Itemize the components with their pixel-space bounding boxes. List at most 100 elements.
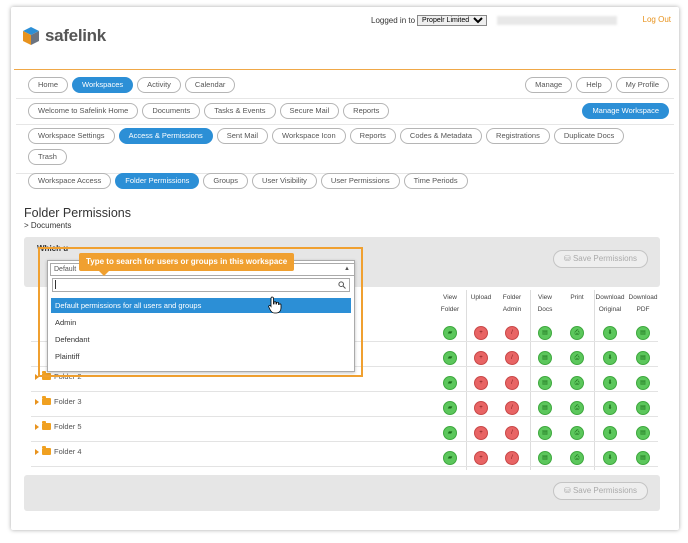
permission-toggle-icon[interactable]: ▤ [636,376,650,390]
permission-toggle-icon[interactable]: ▤ [636,426,650,440]
dropdown-option-defendant[interactable]: Defendant [51,332,351,347]
dropdown-option-default-permissions-for-all-users-and-groups[interactable]: Default permissions for all users and gr… [51,298,351,313]
permission-toggle-icon[interactable]: ⬇ [603,376,617,390]
permission-toggle-icon[interactable]: + [474,451,488,465]
permission-toggle-icon[interactable]: ▤ [538,351,552,365]
dropdown-option-admin[interactable]: Admin [51,315,351,330]
permission-toggle-icon[interactable]: ▤ [538,326,552,340]
access-tabs: Workspace Access Folder Permissions Groups… [28,173,468,189]
permission-toggle-icon[interactable]: ▰ [443,351,457,365]
org-select[interactable]: Propelr Limited [417,15,488,26]
permission-toggle-icon[interactable]: ▤ [538,426,552,440]
save-permissions-button-top[interactable]: ⛁ Save Permissions [553,250,648,268]
permission-toggle-icon[interactable]: + [474,401,488,415]
column-header-line: Download [595,294,625,301]
tab-workspace-icon[interactable]: Workspace Icon [272,128,346,144]
nav-activity[interactable]: Activity [137,77,181,93]
tab-reports[interactable]: Reports [349,128,396,144]
tab-sent-mail[interactable]: Sent Mail [216,128,269,144]
workspace-nav-tasks-and-events[interactable]: Tasks & Events [204,103,276,119]
permission-toggle-icon[interactable]: ▤ [538,401,552,415]
permission-toggle-icon[interactable]: ▤ [538,451,552,465]
header-divider [14,69,676,70]
column-header-line: PDF [636,306,650,313]
folder-name: Folder 4 [54,447,82,456]
tab-workspace-access[interactable]: Workspace Access [28,173,112,189]
permission-toggle-icon[interactable]: ⎙ [570,401,584,415]
expand-arrow-icon[interactable] [35,448,39,455]
permission-toggle-icon[interactable]: ⎙ [570,426,584,440]
permission-toggle-icon[interactable]: ▰ [443,401,457,415]
permission-toggle-icon[interactable]: ⬇ [603,451,617,465]
manage-tabs: Workspace Settings Access & Permissions Se… [28,128,648,165]
permission-toggle-icon[interactable]: ▰ [443,326,457,340]
permission-toggle-icon[interactable]: / [505,451,519,465]
tab-groups[interactable]: Groups [203,173,249,189]
permission-toggle-icon[interactable]: / [505,376,519,390]
permission-toggle-icon[interactable]: / [505,351,519,365]
expand-arrow-icon[interactable] [35,423,39,430]
permission-toggle-icon[interactable]: ▤ [538,376,552,390]
permission-toggle-icon[interactable]: / [505,401,519,415]
dropdown-option-plaintiff[interactable]: Plaintiff [51,349,351,364]
folder-item[interactable]: Folder 4 [35,446,82,456]
workspace-nav-welcome-to-safelink-home[interactable]: Welcome to Safelink Home [28,103,139,119]
tab-registrations[interactable]: Registrations [486,128,550,144]
permission-toggle-icon[interactable]: ⬇ [603,351,617,365]
workspace-nav-secure-mail[interactable]: Secure Mail [279,103,340,119]
nav-calendar[interactable]: Calendar [184,77,236,93]
permission-toggle-icon[interactable]: ▰ [443,426,457,440]
nav-home[interactable]: Home [28,77,69,93]
permission-toggle-icon[interactable]: / [505,326,519,340]
user-group-dropdown[interactable]: Default ▲ Default permissions for all us… [47,260,355,372]
permission-toggle-icon[interactable]: ⬇ [603,401,617,415]
permission-toggle-icon[interactable]: ⬇ [603,426,617,440]
expand-arrow-icon[interactable] [35,398,39,405]
save-permissions-button-bottom[interactable]: ⛁ Save Permissions [553,482,648,500]
manage-workspace-button[interactable]: Manage Workspace [582,103,669,119]
folder-item[interactable]: Folder 3 [35,396,82,406]
tab-user-visibility[interactable]: User Visibility [252,173,317,189]
text-cursor [55,280,56,289]
tab-trash[interactable]: Trash [28,149,67,165]
permissions-bottom-panel: ⛁ Save Permissions [24,475,660,511]
permission-toggle-icon[interactable]: + [474,351,488,365]
permission-toggle-icon[interactable]: ⬇ [603,326,617,340]
permission-toggle-icon[interactable]: ⎙ [570,351,584,365]
permission-toggle-icon[interactable]: ▰ [443,451,457,465]
permission-toggle-icon[interactable]: / [505,426,519,440]
tab-codes-and-metadata[interactable]: Codes & Metadata [399,128,483,144]
permission-toggle-icon[interactable]: ▤ [636,451,650,465]
column-header-line: Admin [502,306,522,313]
workspace-nav: Welcome to Safelink Home Documents Tasks &… [28,103,390,119]
logout-link[interactable]: Log Out [643,15,671,24]
manage-workspace-wrap: Manage Workspace [582,103,669,119]
save-icon: ⛁ [564,486,573,495]
permission-toggle-icon[interactable]: ▰ [443,376,457,390]
tab-user-permissions[interactable]: User Permissions [320,173,400,189]
permission-toggle-icon[interactable]: ▤ [636,351,650,365]
tab-folder-permissions[interactable]: Folder Permissions [115,173,200,189]
permission-toggle-icon[interactable]: + [474,326,488,340]
nav-my-profile[interactable]: My Profile [615,77,669,93]
nav-manage[interactable]: Manage [525,77,573,93]
permission-toggle-icon[interactable]: ⎙ [570,451,584,465]
permission-toggle-icon[interactable]: ⎙ [570,376,584,390]
permission-toggle-icon[interactable]: + [474,426,488,440]
permission-toggle-icon[interactable]: + [474,376,488,390]
nav-workspaces[interactable]: Workspaces [72,77,134,93]
workspace-nav-reports[interactable]: Reports [343,103,390,119]
breadcrumb[interactable]: > Documents [24,221,71,230]
tab-workspace-settings[interactable]: Workspace Settings [28,128,115,144]
folder-item[interactable]: Folder 5 [35,421,82,431]
permission-toggle-icon[interactable]: ▤ [636,326,650,340]
permission-toggle-icon[interactable]: ⎙ [570,326,584,340]
tab-duplicate-docs[interactable]: Duplicate Docs [553,128,625,144]
permission-toggle-icon[interactable]: ▤ [636,401,650,415]
safelink-logo[interactable]: safelink [21,25,106,47]
user-group-search-input[interactable] [52,278,350,292]
workspace-nav-documents[interactable]: Documents [142,103,201,119]
nav-help[interactable]: Help [576,77,612,93]
tab-access-and-permissions[interactable]: Access & Permissions [118,128,213,144]
tab-time-periods[interactable]: Time Periods [403,173,468,189]
